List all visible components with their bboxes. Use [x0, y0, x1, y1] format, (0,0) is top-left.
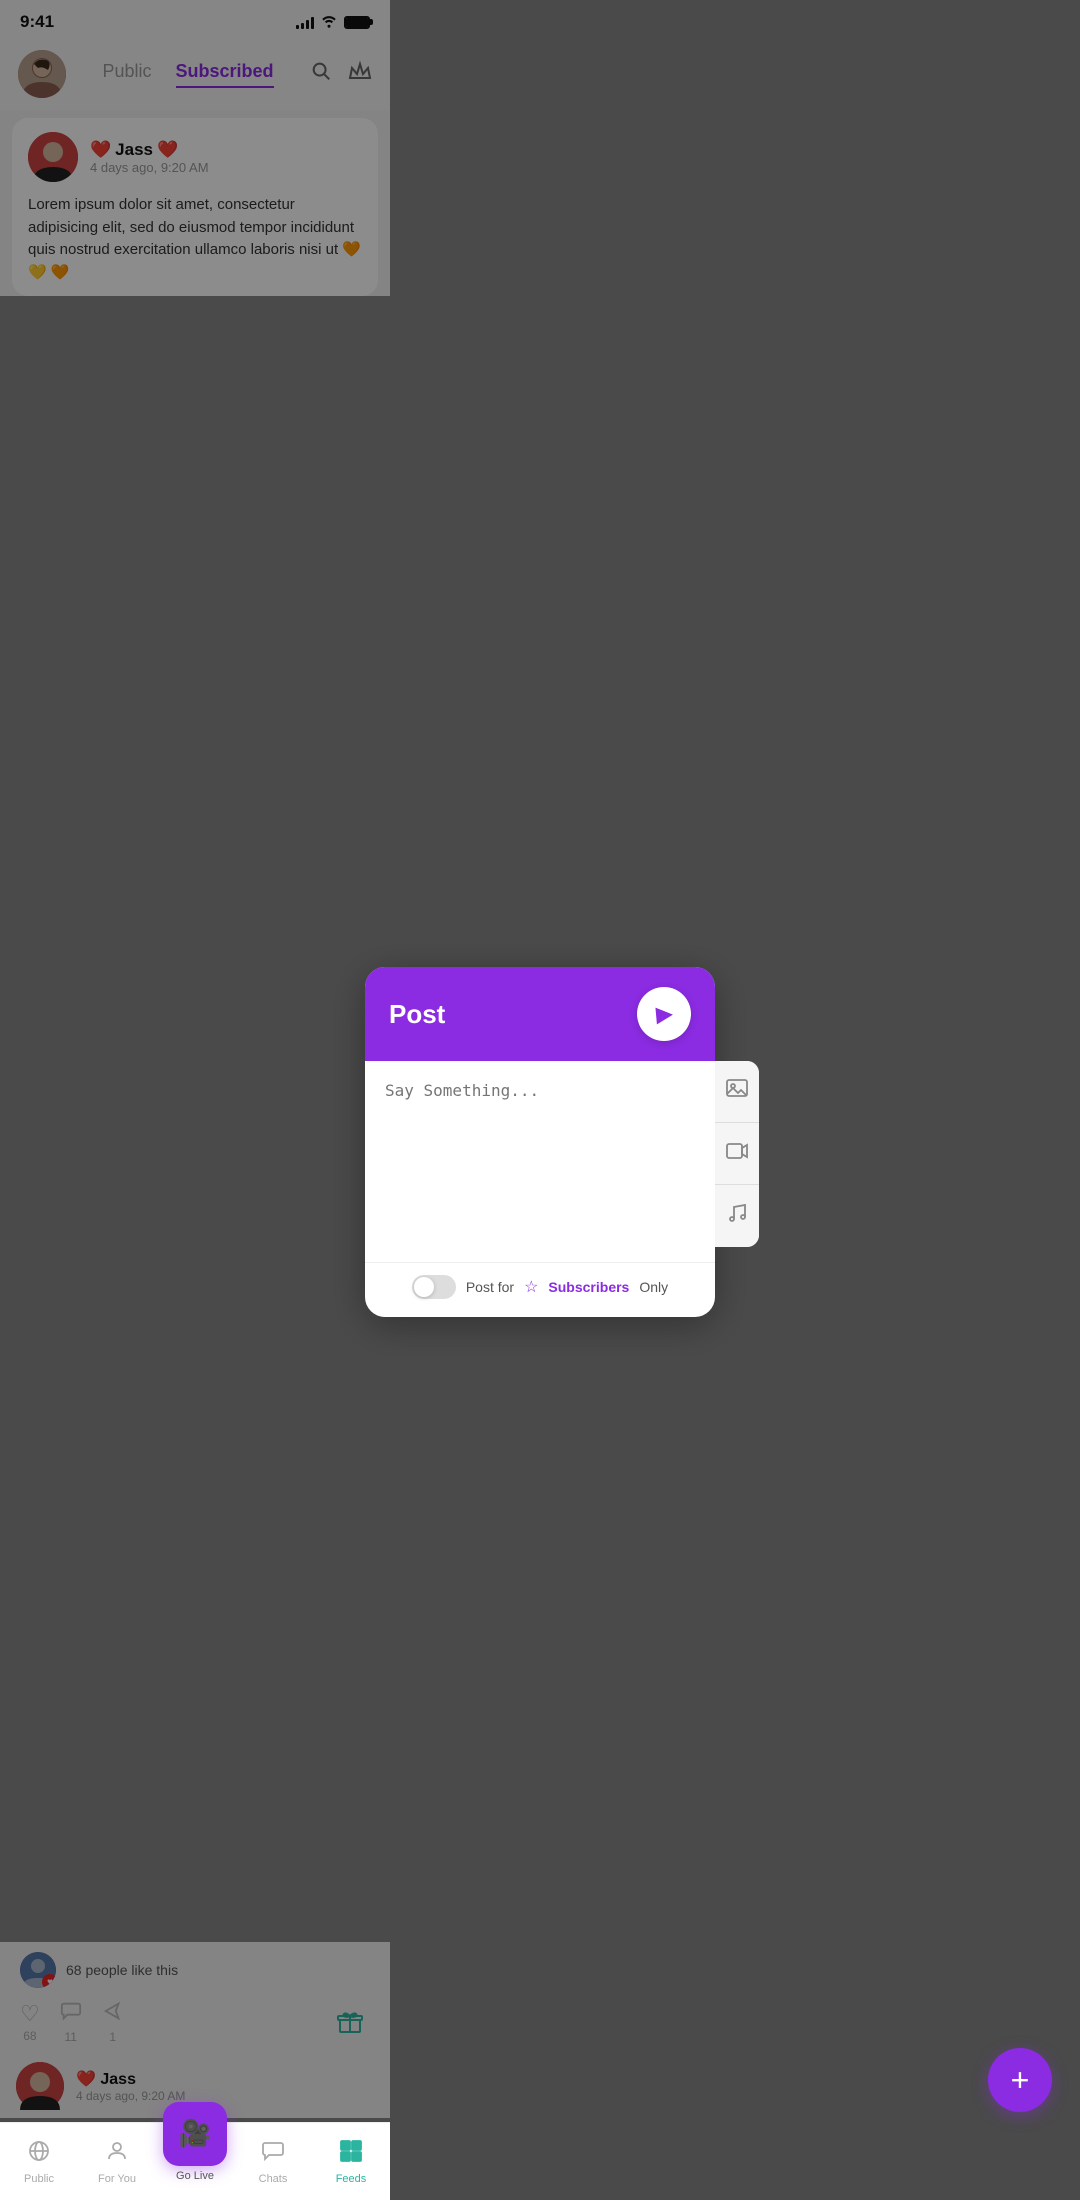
modal-header: Post ▶ — [365, 967, 715, 1061]
nav-item-foryou[interactable]: For You — [78, 2139, 156, 2185]
video-icon — [725, 1139, 749, 1169]
golive-icon: 🎥 — [179, 2118, 211, 2149]
image-icon — [725, 1077, 749, 1107]
image-upload-button[interactable] — [715, 1061, 759, 1123]
video-upload-button[interactable] — [715, 1123, 759, 1185]
modal-body — [365, 1061, 715, 1262]
bottom-nav: Public For You 🎥 Go Live Chats — [0, 2122, 390, 2200]
nav-item-public[interactable]: Public — [0, 2139, 78, 2185]
send-icon: ▶ — [654, 1000, 673, 1027]
golive-label: Go Live — [176, 2170, 214, 2182]
public-icon — [27, 2139, 51, 2169]
chats-icon — [261, 2139, 285, 2169]
public-label: Public — [24, 2173, 54, 2185]
only-label: Only — [639, 1279, 668, 1295]
post-modal: Post ▶ — [365, 967, 715, 1317]
subscribers-label[interactable]: Subscribers — [548, 1279, 629, 1295]
modal-title: Post — [389, 999, 445, 1030]
music-icon — [725, 1201, 749, 1231]
post-input[interactable] — [385, 1081, 695, 1241]
send-button[interactable]: ▶ — [637, 987, 691, 1041]
foryou-icon — [105, 2139, 129, 2169]
music-upload-button[interactable] — [715, 1185, 759, 1247]
feeds-label: Feeds — [336, 2173, 367, 2185]
foryou-label: For You — [98, 2173, 136, 2185]
feeds-icon — [339, 2139, 363, 2169]
nav-item-chats[interactable]: Chats — [234, 2139, 312, 2185]
subscribers-toggle[interactable] — [412, 1275, 456, 1299]
modal-footer: Post for ☆ Subscribers Only — [365, 1262, 715, 1317]
post-for-label: Post for — [466, 1279, 514, 1295]
chats-label: Chats — [259, 2173, 288, 2185]
star-icon: ☆ — [524, 1277, 538, 1297]
golive-button[interactable]: 🎥 — [163, 2102, 227, 2166]
plus-icon: + — [1011, 2062, 1030, 2099]
nav-item-feeds[interactable]: Feeds — [312, 2139, 390, 2185]
modal-sidebar — [715, 1061, 759, 1247]
nav-item-golive[interactable]: 🎥 Go Live — [156, 2122, 234, 2182]
toggle-knob — [414, 1277, 434, 1297]
fab-button[interactable]: + — [988, 2048, 1052, 2112]
